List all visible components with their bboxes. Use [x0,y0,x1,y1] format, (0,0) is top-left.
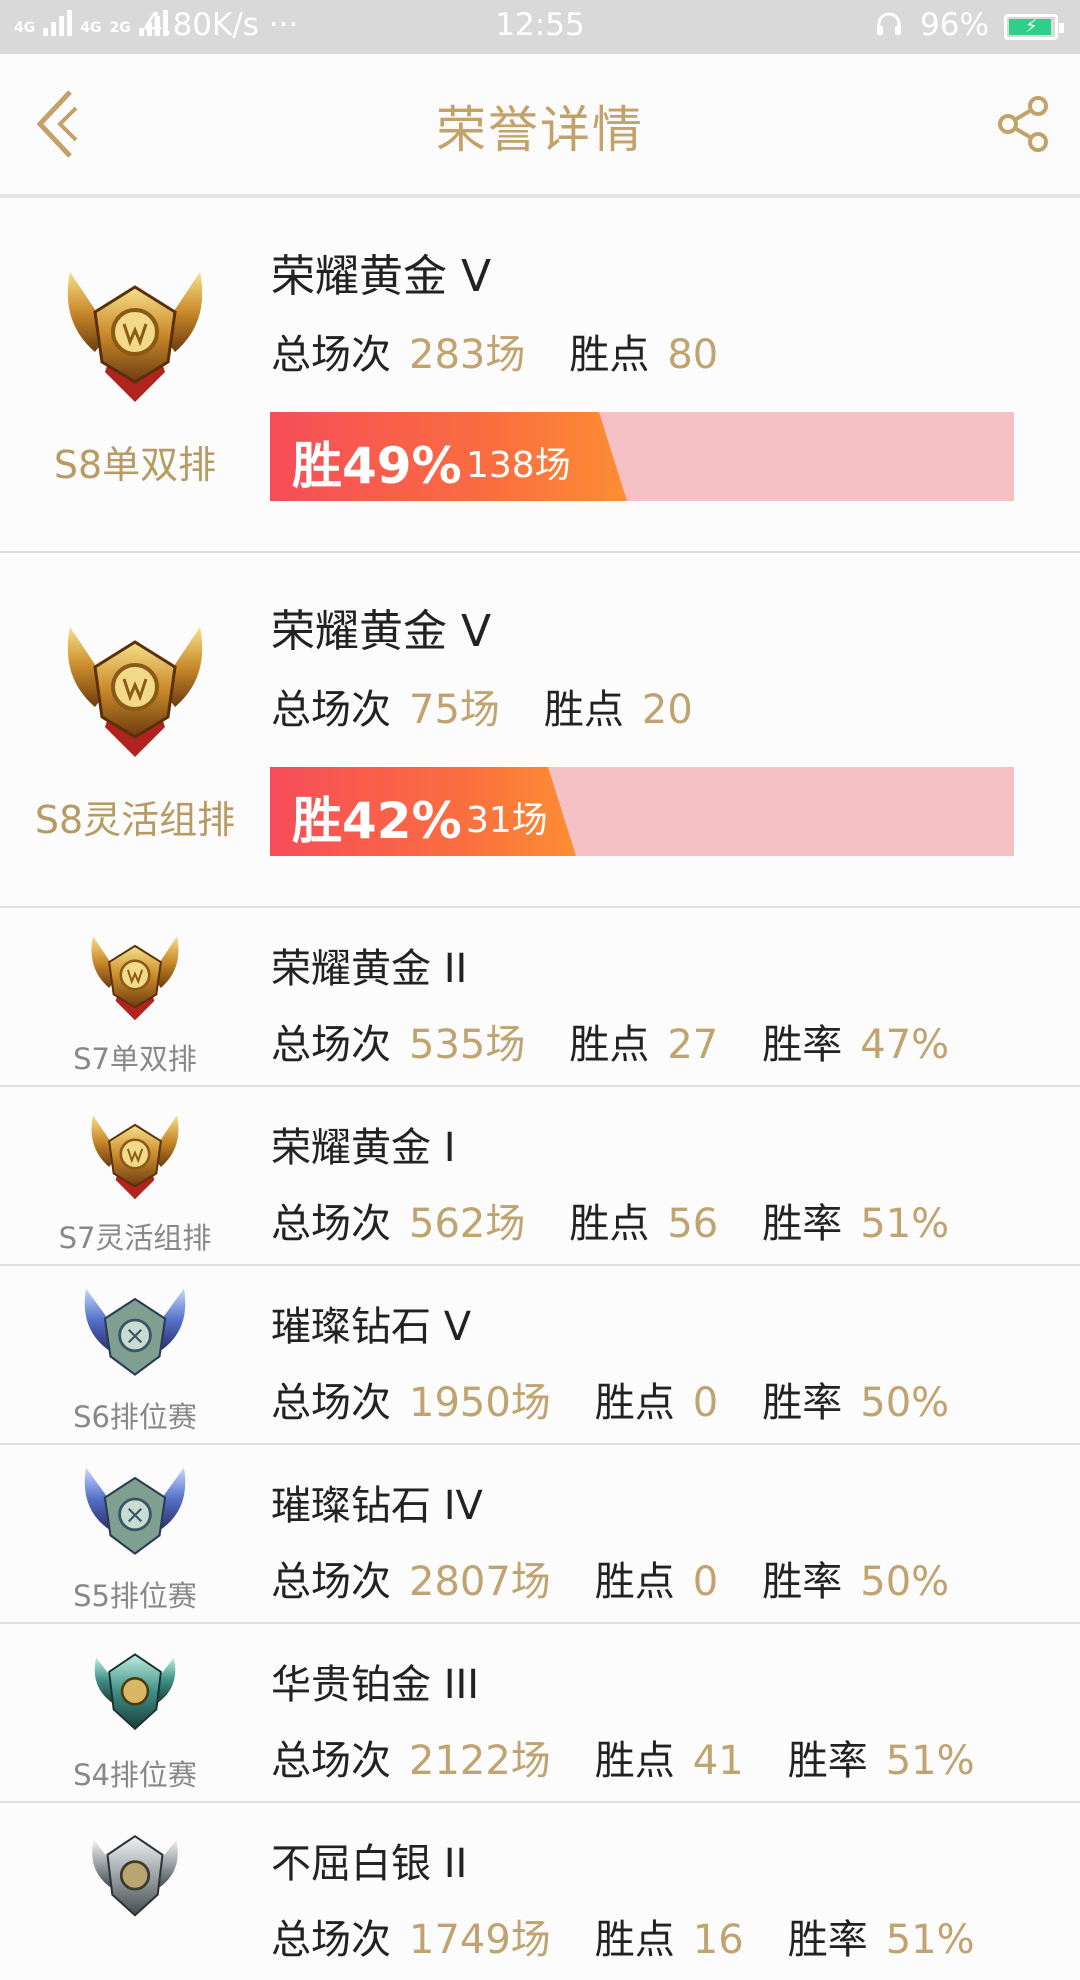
silver-rank-badge-icon [76,1819,194,1929]
rate-value: 51% [885,1738,975,1784]
total-label: 总场次 [271,332,391,378]
rate-label: 胜率 [762,1559,843,1605]
total-value: 283场 [409,332,526,378]
total-label: 总场次 [271,1022,391,1068]
win-games-text: 138场 [466,445,571,486]
total-label: 总场次 [271,1380,391,1426]
season-label: S7灵活组排 [58,1221,212,1255]
rank-name: 华贵铂金 III [271,1662,480,1708]
rate-value: 50% [860,1380,950,1426]
points-label: 胜点 [594,1559,675,1605]
rank-name: 不屈白银 II [271,1841,468,1887]
stats-line: 总场次 2807场 胜点 0 胜率 50% [271,1549,949,1607]
header-bar: 荣誉详情 [0,54,1080,198]
win-games-text: 31场 [466,800,548,841]
clock: 12:55 [495,7,585,43]
points-label: 胜点 [543,687,624,733]
points-label: 胜点 [594,1917,675,1963]
diamond-rank-badge-icon [72,1278,198,1390]
season-row[interactable]: S6排位赛 璀璨钻石 V 总场次 1950场 胜点 0 胜率 50% [0,1266,1080,1445]
season-row[interactable]: S7单双排 荣耀黄金 II 总场次 535场 胜点 27 胜率 47% [0,908,1080,1087]
gold-rank-badge-icon [50,252,220,412]
stats-line: 总场次 283场 胜点 80 [271,322,718,380]
season-row[interactable]: 不屈白银 II 总场次 1749场 胜点 16 胜率 51% [0,1803,1080,1980]
season-label: S4排位赛 [73,1758,197,1792]
points-value: 20 [641,687,693,733]
battery-percent: 96% [920,7,989,43]
points-label: 胜点 [594,1380,675,1426]
total-label: 总场次 [271,1738,391,1784]
season-row[interactable]: S5排位赛 璀璨钻石 IV 总场次 2807场 胜点 0 胜率 50% [0,1445,1080,1624]
total-value: 1950场 [409,1380,551,1426]
total-value: 2122场 [409,1738,551,1784]
total-value: 2807场 [409,1559,551,1605]
battery-charging-icon: ⚡ [1004,14,1064,40]
points-label: 胜点 [569,332,650,378]
season-label: S7单双排 [73,1042,197,1076]
total-label: 总场次 [271,1201,391,1247]
season-label: S8单双排 [53,443,217,487]
points-value: 80 [667,332,719,378]
win-rate-text: 胜49% [292,437,462,495]
points-label: 胜点 [594,1738,675,1784]
rank-name: 璀璨钻石 IV [271,1483,483,1529]
points-label: 胜点 [569,1201,650,1247]
stats-line: 总场次 75场 胜点 20 [271,677,693,735]
gold-rank-badge-icon [80,1101,190,1207]
rate-label: 胜率 [787,1738,868,1784]
total-label: 总场次 [271,687,391,733]
total-label: 总场次 [271,1559,391,1605]
season-list: S8单双排 荣耀黄金 V 总场次 283场 胜点 80 胜49% 138场 S8… [0,198,1080,1980]
rank-name: 璀璨钻石 V [271,1304,472,1350]
rate-value: 47% [860,1022,950,1068]
stats-line: 总场次 1950场 胜点 0 胜率 50% [271,1370,949,1428]
total-value: 75场 [409,687,500,733]
rank-name: 荣耀黄金 II [271,946,468,992]
rank-name: 荣耀黄金 I [271,1125,456,1171]
stats-line: 总场次 2122场 胜点 41 胜率 51% [271,1728,975,1786]
rate-value: 51% [885,1917,975,1963]
season-label: S5排位赛 [73,1579,197,1613]
total-value: 1749场 [409,1917,551,1963]
points-value: 41 [692,1738,744,1784]
points-value: 0 [692,1559,719,1605]
diamond-rank-badge-icon [72,1457,198,1569]
gold-rank-badge-icon [50,607,220,767]
page-title: 荣誉详情 [436,101,644,159]
status-bar: 4G 4G 2G 4.80K/s ··· 12:55 96% ⚡ [0,0,1080,54]
rate-label: 胜率 [762,1380,843,1426]
rate-label: 胜率 [762,1201,843,1247]
points-label: 胜点 [569,1022,650,1068]
share-icon[interactable] [994,94,1054,154]
rate-label: 胜率 [787,1917,868,1963]
season-row[interactable]: S7灵活组排 荣耀黄金 I 总场次 562场 胜点 56 胜率 51% [0,1087,1080,1266]
total-value: 535场 [409,1022,526,1068]
headset-icon [877,12,901,35]
win-rate-text: 胜42% [292,792,462,850]
rank-name: 荣耀黄金 V [271,251,492,302]
win-rate-bar: 胜49% 138场 [270,412,1014,501]
points-value: 16 [692,1917,744,1963]
points-value: 0 [692,1380,719,1426]
rate-value: 51% [860,1201,950,1247]
stats-line: 总场次 535场 胜点 27 胜率 47% [271,1012,949,1070]
points-value: 56 [667,1201,719,1247]
season-row[interactable]: S8单双排 荣耀黄金 V 总场次 283场 胜点 80 胜49% 138场 [0,198,1080,553]
rank-name: 荣耀黄金 V [271,606,492,657]
season-label: S6排位赛 [73,1400,197,1434]
total-value: 562场 [409,1201,526,1247]
win-rate-bar: 胜42% 31场 [270,767,1014,856]
gold-rank-badge-icon [80,922,190,1028]
season-row[interactable]: S4排位赛 华贵铂金 III 总场次 2122场 胜点 41 胜率 51% [0,1624,1080,1803]
season-row[interactable]: S8灵活组排 荣耀黄金 V 总场次 75场 胜点 20 胜42% 31场 [0,553,1080,908]
rate-value: 50% [860,1559,950,1605]
platinum-rank-badge-icon [80,1638,190,1742]
total-label: 总场次 [271,1917,391,1963]
season-label: S8灵活组排 [34,798,236,842]
points-value: 27 [667,1022,719,1068]
stats-line: 总场次 562场 胜点 56 胜率 51% [271,1191,949,1249]
stats-line: 总场次 1749场 胜点 16 胜率 51% [271,1907,975,1965]
rate-label: 胜率 [762,1022,843,1068]
